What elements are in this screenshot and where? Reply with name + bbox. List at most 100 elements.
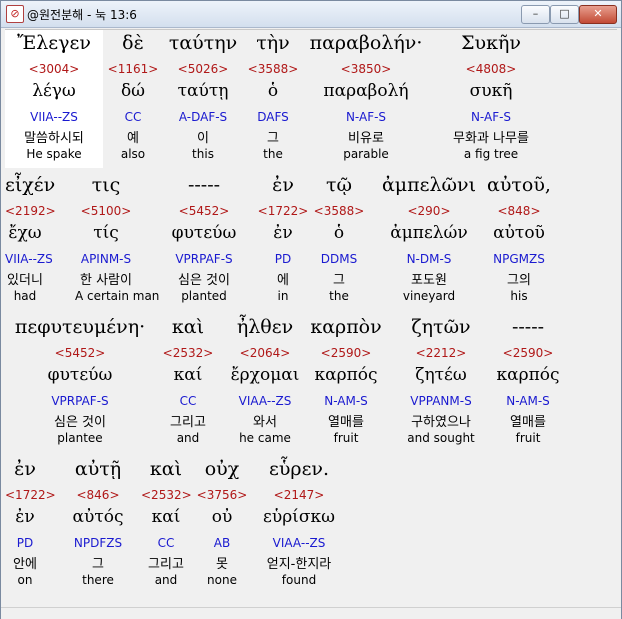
word-cell[interactable]: τις <5100> τίς APINM-S 한 사람이 A certain man	[75, 172, 160, 310]
word-cell[interactable]: πεφυτευμένη· <5452> φυτεύω VPRPAF-S 심은 것이 pla…	[5, 314, 155, 452]
word-cell[interactable]: αὐτῇ <846> αὐτός NPDFZS 그 there	[55, 456, 141, 594]
lexical-form: ἔρχομαι	[230, 365, 300, 385]
word-cell[interactable]: ----- <2590> καρπός N-AM-S 열매를 fruit	[493, 314, 563, 452]
lexical-form: ἐν	[273, 223, 293, 243]
strongs-number: <2212>	[415, 346, 467, 360]
strongs-number: <290>	[407, 204, 451, 218]
english-gloss: fruit	[333, 431, 359, 445]
word-cell[interactable]: καὶ <2532> καί CC 그리고 and	[155, 314, 221, 452]
english-gloss: had	[13, 289, 37, 303]
parsing-code: DDMS	[320, 252, 358, 266]
parsing-code: PD	[16, 536, 34, 550]
parsing-code: CC	[179, 394, 197, 408]
lexical-form: δώ	[120, 81, 146, 101]
lexical-form: καρπός	[314, 365, 378, 385]
parsing-code: DAFS	[257, 110, 289, 124]
word-cell[interactable]: δὲ <1161> δώ CC 예 also	[103, 30, 163, 168]
word-cell[interactable]: ἐν <1722> ἐν PD 에 in	[253, 172, 313, 310]
parsing-code: NPDFZS	[73, 536, 123, 550]
strongs-number: <848>	[497, 204, 541, 218]
lexical-form: αὐτός	[72, 507, 124, 527]
parsing-code: APINM-S	[80, 252, 132, 266]
word-cell[interactable]: ταύτην <5026> ταύτῃ A-DAF-S 이 this	[167, 30, 239, 168]
korean-gloss: 안에	[13, 557, 37, 572]
greek-word: εἶχέν	[5, 174, 56, 196]
word-cell[interactable]: παραβολήν· <3850> παραβολή N-AF-S 비유로 parable	[307, 30, 425, 168]
word-cell[interactable]: καὶ <2532> καί CC 그리고 and	[141, 456, 192, 594]
maximize-button[interactable]: □	[550, 5, 579, 24]
word-cell[interactable]: τὴν <3588> ὁ DAFS 그 the	[243, 30, 303, 168]
korean-gloss: 비유로	[348, 131, 384, 146]
greek-word: δὲ	[122, 32, 144, 54]
english-gloss: found	[281, 573, 317, 587]
english-gloss: A certain man	[75, 289, 160, 303]
close-button[interactable]: ✕	[579, 5, 617, 24]
english-gloss: in	[277, 289, 289, 303]
word-cell[interactable]: οὐχ <3756> οὐ AB 못 none	[193, 456, 251, 594]
word-cell[interactable]: ----- <5452> φυτεύω VPRPAF-S 심은 것이 planted	[155, 172, 253, 310]
strongs-number: <1722>	[5, 488, 56, 502]
parsing-code: A-DAF-S	[178, 110, 228, 124]
greek-word: πεφυτευμένη·	[14, 316, 146, 338]
english-gloss: plantee	[57, 431, 103, 445]
korean-gloss: 못	[216, 557, 228, 572]
parsing-code: VIIA--ZS	[30, 110, 78, 124]
parsing-code: N-DM-S	[406, 252, 452, 266]
strongs-number: <5452>	[178, 204, 230, 218]
lexical-form: φυτεύω	[171, 223, 237, 243]
word-cell[interactable]: καρπὸν <2590> καρπός N-AM-S 열매를 fruit	[305, 314, 387, 452]
word-cell[interactable]: Συκῆν <4808> συκῆ N-AF-S 무화과 나무를 a fig tree	[435, 30, 547, 168]
parsing-code: N-AF-S	[470, 110, 512, 124]
word-cell[interactable]: ἦλθεν <2064> ἔρχομαι VIAA--ZS 와서 he came	[225, 314, 305, 452]
word-cell[interactable]: Ἔλεγεν <3004> λέγω VIIA--ZS 말씀하시되 He spake	[5, 30, 103, 168]
parsing-code: CC	[157, 536, 175, 550]
english-gloss: the	[263, 147, 283, 161]
lexical-form: φυτεύω	[47, 365, 113, 385]
strongs-number: <2064>	[239, 346, 291, 360]
strongs-number: <2532>	[162, 346, 214, 360]
word-cell[interactable]: ἐν <1722> ἐν PD 안에 on	[5, 456, 56, 594]
minimize-button[interactable]: –	[521, 5, 550, 24]
greek-word: εὗρεν.	[269, 458, 329, 480]
korean-gloss: 포도원	[411, 273, 447, 288]
word-cell[interactable]: ἀμπελῶνι <290> ἀμπελών N-DM-S 포도원 vineyard	[373, 172, 485, 310]
parsing-code: CC	[124, 110, 142, 124]
greek-word: ἐν	[14, 458, 36, 480]
title-bar[interactable]: ⊘ @원전분해 - 눅 13:6 – □ ✕	[1, 1, 621, 28]
korean-gloss: 그리고	[170, 415, 206, 430]
korean-gloss: 그	[267, 131, 279, 146]
english-gloss: this	[192, 147, 214, 161]
word-cell[interactable]: εὗρεν. <2147> εὑρίσκω VIAA--ZS 얻지-한지라 found	[253, 456, 345, 594]
lexical-form: εὑρίσκω	[263, 507, 335, 527]
greek-word: παραβολήν·	[309, 32, 423, 54]
english-gloss: He spake	[26, 147, 82, 161]
strongs-number: <3756>	[196, 488, 248, 502]
strongs-number: <2192>	[5, 204, 56, 218]
word-cell[interactable]: ζητῶν <2212> ζητέω VPPANM-S 구하였으나 and sought	[389, 314, 493, 452]
strongs-number: <3850>	[340, 62, 392, 76]
greek-word: τις	[91, 174, 121, 196]
strongs-number: <5100>	[80, 204, 132, 218]
english-gloss: there	[82, 573, 114, 587]
lexical-form: καί	[151, 507, 181, 527]
parsing-code: VIAA--ZS	[272, 536, 326, 550]
lexical-form: ἐν	[15, 507, 35, 527]
greek-word: αὐτῇ	[74, 458, 122, 480]
lexical-form: οὐ	[211, 507, 233, 527]
word-cell[interactable]: εἶχέν <2192> ἔχω VIIA--ZS 있더니 had	[5, 172, 56, 310]
lexical-form: ταύτῃ	[177, 81, 229, 101]
word-cell[interactable]: τῷ <3588> ὁ DDMS 그 the	[311, 172, 367, 310]
greek-word: -----	[187, 174, 221, 196]
english-gloss: on	[17, 573, 33, 587]
greek-word: ἦλθεν	[236, 316, 294, 338]
parsing-code: VPRPAF-S	[175, 252, 233, 266]
english-gloss: a fig tree	[463, 147, 519, 161]
word-cell[interactable]: αὐτοῦ, <848> αὐτοῦ NPGMZS 그의 his	[483, 172, 555, 310]
korean-gloss: 한 사람이	[80, 273, 132, 288]
lexical-form: καρπός	[496, 365, 560, 385]
korean-gloss: 심은 것이	[178, 273, 230, 288]
korean-gloss: 구하였으나	[411, 415, 471, 430]
english-gloss: vineyard	[402, 289, 456, 303]
lexical-form: ὁ	[267, 81, 279, 101]
diagonal-slash-icon[interactable]: ⊘	[6, 5, 24, 23]
